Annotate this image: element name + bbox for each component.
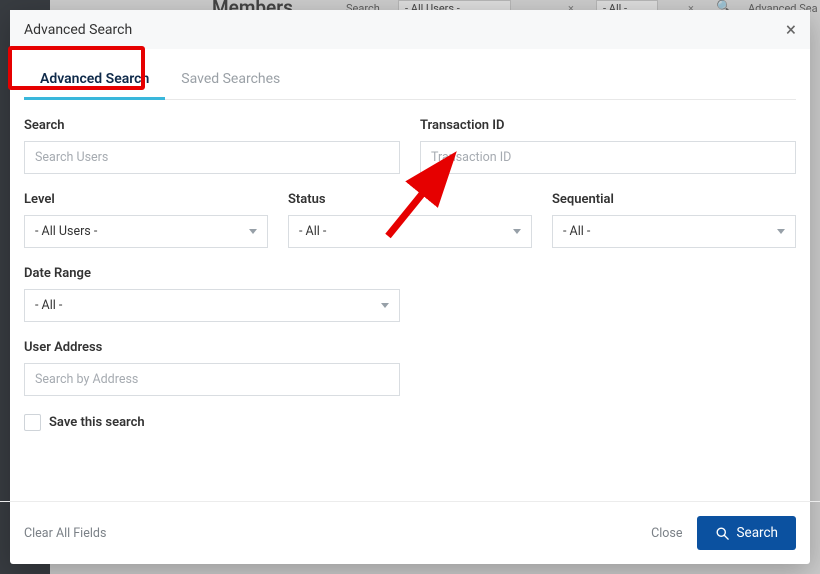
close-icon[interactable]: × bbox=[786, 20, 796, 39]
chevron-down-icon bbox=[381, 303, 389, 308]
field-level: Level - All Users - bbox=[24, 192, 268, 248]
date-range-value: - All - bbox=[35, 298, 62, 313]
form-area: Search Transaction ID Level - All Users … bbox=[24, 100, 796, 431]
sequential-label: Sequential bbox=[552, 192, 796, 207]
modal-body: Advanced Search Saved Searches Search Tr… bbox=[10, 49, 810, 495]
tab-bar: Advanced Search Saved Searches bbox=[24, 61, 796, 100]
modal-title: Advanced Search bbox=[24, 22, 132, 38]
clear-all-fields-link[interactable]: Clear All Fields bbox=[24, 526, 106, 541]
modal-footer: Clear All Fields Close Search bbox=[10, 502, 810, 564]
search-button[interactable]: Search bbox=[697, 516, 796, 550]
search-label: Search bbox=[24, 118, 400, 133]
field-transaction-id: Transaction ID bbox=[420, 118, 796, 174]
level-select[interactable]: - All Users - bbox=[24, 215, 268, 248]
status-value: - All - bbox=[299, 224, 326, 239]
save-search-label: Save this search bbox=[49, 415, 145, 430]
status-label: Status bbox=[288, 192, 532, 207]
save-search-checkbox[interactable] bbox=[24, 414, 41, 431]
level-value: - All Users - bbox=[35, 224, 97, 239]
date-range-label: Date Range bbox=[24, 266, 400, 281]
field-search: Search bbox=[24, 118, 400, 174]
field-user-address: User Address bbox=[24, 340, 400, 396]
transaction-id-input[interactable] bbox=[420, 141, 796, 174]
tab-advanced-search[interactable]: Advanced Search bbox=[24, 61, 165, 99]
status-select[interactable]: - All - bbox=[288, 215, 532, 248]
tab-saved-searches[interactable]: Saved Searches bbox=[165, 61, 296, 99]
search-input[interactable] bbox=[24, 141, 400, 174]
date-range-select[interactable]: - All - bbox=[24, 289, 400, 322]
level-label: Level bbox=[24, 192, 268, 207]
user-address-input[interactable] bbox=[24, 363, 400, 396]
field-date-range: Date Range - All - bbox=[24, 266, 400, 322]
chevron-down-icon bbox=[249, 229, 257, 234]
sequential-select[interactable]: - All - bbox=[552, 215, 796, 248]
chevron-down-icon bbox=[777, 229, 785, 234]
user-address-label: User Address bbox=[24, 340, 400, 355]
save-search-row: Save this search bbox=[24, 414, 796, 431]
close-button[interactable]: Close bbox=[651, 526, 682, 541]
search-icon bbox=[715, 526, 730, 541]
transaction-id-label: Transaction ID bbox=[420, 118, 796, 133]
field-status: Status - All - bbox=[288, 192, 532, 248]
modal-header: Advanced Search × bbox=[10, 10, 810, 49]
field-sequential: Sequential - All - bbox=[552, 192, 796, 248]
advanced-search-modal: Advanced Search × Advanced Search Saved … bbox=[10, 10, 810, 564]
search-button-label: Search bbox=[737, 525, 778, 541]
sequential-value: - All - bbox=[563, 224, 590, 239]
chevron-down-icon bbox=[513, 229, 521, 234]
